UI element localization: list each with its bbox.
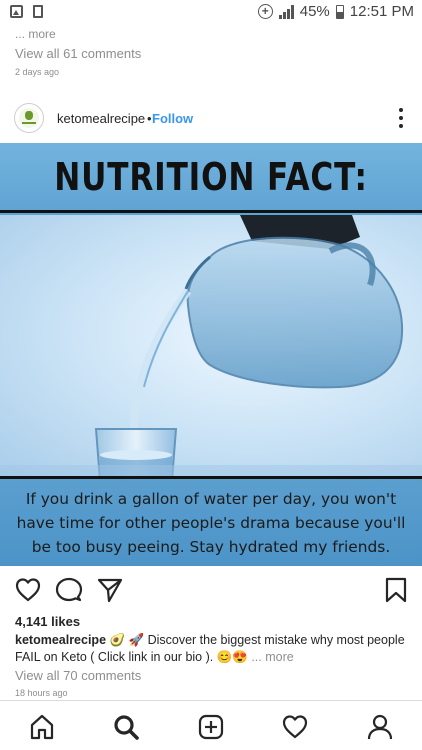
water-pouring-photo	[0, 215, 422, 477]
image-caption-text: If you drink a gallon of water per day, …	[16, 490, 406, 556]
previous-view-comments-link[interactable]: View all 61 comments	[15, 46, 141, 61]
image-rule-top	[0, 210, 422, 213]
data-saver-icon: +	[257, 4, 273, 19]
action-bar	[0, 572, 422, 608]
follow-button[interactable]: Follow	[152, 111, 193, 126]
caption-more-link[interactable]: ... more	[251, 650, 293, 664]
bottom-nav	[0, 700, 422, 750]
battery-percent: 45%	[299, 3, 330, 20]
previous-caption-more[interactable]: ... more	[15, 27, 56, 41]
home-icon[interactable]	[28, 713, 56, 741]
more-options-icon[interactable]	[398, 108, 404, 128]
search-icon[interactable]	[112, 713, 140, 741]
clock: 12:51 PM	[349, 3, 414, 20]
post-caption: ketomealrecipe 🥑 🚀 Discover the biggest …	[15, 632, 410, 666]
previous-post-timestamp: 2 days ago	[15, 67, 60, 77]
caption-username[interactable]: ketomealrecipe	[15, 633, 106, 647]
post-image[interactable]: NUTRITION FACT: If you drink a gallon of…	[0, 143, 422, 566]
image-title: NUTRITION FACT:	[54, 155, 368, 199]
profile-icon[interactable]	[366, 713, 394, 741]
post-timestamp: 18 hours ago	[15, 688, 68, 698]
pitcher-and-glass-illustration	[0, 215, 422, 477]
activity-heart-icon[interactable]	[281, 713, 309, 741]
new-post-icon[interactable]	[197, 713, 225, 741]
likes-count[interactable]: 4,141 likes	[15, 614, 80, 629]
image-notification-icon	[10, 5, 23, 18]
avatar[interactable]	[14, 103, 44, 133]
comment-icon[interactable]	[55, 576, 83, 604]
post-username[interactable]: ketomealrecipe	[57, 111, 145, 126]
bookmark-icon[interactable]	[382, 576, 410, 604]
separator-dot: •	[147, 111, 152, 126]
heart-icon[interactable]	[14, 576, 42, 604]
share-icon[interactable]	[96, 576, 124, 604]
post-header: ketomealrecipe • Follow	[0, 96, 422, 140]
status-bar: + 45% 12:51 PM	[0, 0, 422, 25]
lte-signal-icon	[278, 4, 294, 19]
battery-icon	[335, 4, 344, 19]
bag-notification-icon	[33, 5, 43, 18]
view-comments-link[interactable]: View all 70 comments	[15, 668, 141, 683]
avocado-logo-icon	[19, 108, 39, 128]
